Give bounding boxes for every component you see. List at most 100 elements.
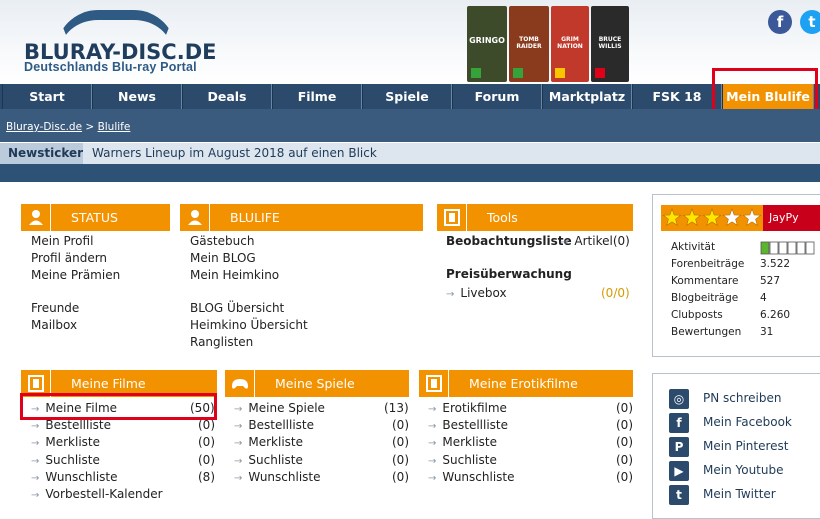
nav-filme[interactable]: Filme [272,84,362,109]
fsk-badge [595,68,605,78]
stat-label: Forenbeiträge [671,258,745,270]
count-erotik-merkliste: (0) [616,435,633,449]
tools-title: Tools [487,210,518,225]
stat-label: Bewertungen [671,326,742,338]
cover-grim-nation[interactable]: GRIM NATION [551,6,589,82]
newsticker: Newsticker Warners Lineup im August 2018… [0,142,820,165]
fsk-badge [471,68,481,78]
link-heimkino-uebersicht[interactable]: Heimkino Übersicht [190,318,308,332]
stat-label: Blogbeiträge [671,292,739,304]
nav-marktplatz[interactable]: Marktplatz [542,84,632,109]
link-filme-bestellliste[interactable]: → Bestellliste [31,418,111,432]
link-filme-merkliste[interactable]: → Merkliste [31,435,100,449]
stat-value: 527 [760,275,781,287]
link-meine-filme[interactable]: → Meine Filme [31,401,117,415]
pinterest-icon: P [669,437,689,457]
link-spiele-bestellliste[interactable]: → Bestellliste [234,418,314,432]
link-spiele-wunschliste[interactable]: → Wunschliste [234,470,321,484]
link-mein-profil[interactable]: Mein Profil [31,234,93,248]
link-vorbestell-kalender[interactable]: → Vorbestell-Kalender [31,487,163,501]
cover-title: TOMB RAIDER [516,36,542,50]
breadcrumb-home[interactable]: Bluray-Disc.de [6,121,82,133]
link-meine-praemien[interactable]: Meine Prämien [31,268,120,282]
activity-segment [760,241,770,255]
twitter-icon[interactable]: t [800,10,820,34]
facebook-icon[interactable]: f [768,10,792,34]
profile-username[interactable]: JayPy [763,205,820,231]
spiele-header: Meine Spiele [225,370,409,397]
arrow-icon: → [31,490,40,501]
nav-spiele[interactable]: Spiele [362,84,452,109]
item-label: Bestellliste [45,418,112,432]
count-erotik-wunschliste: (0) [616,470,633,484]
stat-value: 6.260 [760,309,791,321]
activity-label: Aktivität [671,241,716,253]
activity-segment [796,241,806,255]
nav-start[interactable]: Start [2,84,92,109]
activity-meter [760,240,820,255]
spiele-title: Meine Spiele [275,376,355,391]
stat-value: 3.522 [760,258,791,270]
breadcrumb-separator: > [85,121,95,133]
cover-tomb-raider[interactable]: TOMB RAIDER [509,6,549,82]
price-watch-title: Preisüberwachung [446,267,572,281]
nav-news[interactable]: News [92,84,182,109]
link-freunde[interactable]: Freunde [31,301,79,315]
link-livebox[interactable]: → Livebox [446,286,507,300]
link-gaestebuch[interactable]: Gästebuch [190,234,254,248]
link-filme-wunschliste[interactable]: → Wunschliste [31,470,118,484]
link-meine-spiele[interactable]: → Meine Spiele [234,401,325,415]
film-icon [419,370,449,397]
arrow-icon: → [31,456,40,467]
link-mein-heimkino[interactable]: Mein Heimkino [190,268,279,282]
status-header: STATUS [21,204,170,231]
link-filme-suchliste[interactable]: → Suchliste [31,453,100,467]
link-erotik-wunschliste[interactable]: → Wunschliste [428,470,515,484]
nav-mein-blulife[interactable]: Mein Blulife [722,84,814,109]
link-erotikfilme[interactable]: → Erotikfilme [428,401,507,415]
activity-segment [769,241,779,255]
link-spiele-merkliste[interactable]: → Merkliste [234,435,303,449]
cover-gringo[interactable]: GRINGO [467,6,507,82]
nav-forum[interactable]: Forum [452,84,542,109]
nav-deals[interactable]: Deals [182,84,272,109]
arrow-icon: → [428,421,437,432]
link-beobachtungsliste[interactable]: Beobachtungsliste [446,234,572,248]
item-label: Meine Spiele [248,401,325,415]
link-erotik-bestellliste[interactable]: → Bestellliste [428,418,508,432]
filme-header: Meine Filme [21,370,217,397]
link-erotik-merkliste[interactable]: → Merkliste [428,435,497,449]
user-icon [180,204,210,231]
link-blog-uebersicht[interactable]: BLOG Übersicht [190,301,284,315]
link-artikel[interactable]: → Artikel(0) [560,234,630,248]
artikel-label: Artikel [574,234,613,248]
arrow-icon: → [31,473,40,484]
link-profil-aendern[interactable]: Profil ändern [31,251,107,265]
arrow-icon: → [428,456,437,467]
link-ranglisten[interactable]: Ranglisten [190,335,253,349]
item-label: Suchliste [442,453,497,467]
divider-bar [0,164,820,182]
featured-covers[interactable]: GRINGO TOMB RAIDER GRIM NATION BRUCE WIL… [467,6,629,82]
link-erotik-suchliste[interactable]: → Suchliste [428,453,497,467]
count-filme-merkliste: (0) [198,435,215,449]
nav-fsk18[interactable]: FSK 18 [632,84,722,109]
newsticker-text[interactable]: Warners Lineup im August 2018 auf einen … [92,143,377,165]
arrow-icon: → [234,438,243,449]
arrow-icon: → [31,438,40,449]
breadcrumb-blulife[interactable]: Blulife [98,121,131,133]
cover-bruce-willis[interactable]: BRUCE WILLIS [591,6,629,82]
site-tagline: Deutschlands Blu-ray Portal [24,60,197,74]
link-mein-blog[interactable]: Mein BLOG [190,251,256,265]
link-spiele-suchliste[interactable]: → Suchliste [234,453,303,467]
breadcrumb: Bluray-Disc.de > Blulife [6,121,130,133]
star-icon [702,208,722,226]
count-spiele-wunschliste: (0) [392,470,409,484]
item-label: Merkliste [442,435,498,449]
social-label: Mein Pinterest [703,439,789,453]
cover-title: GRIM NATION [557,36,583,50]
link-mailbox[interactable]: Mailbox [31,318,77,332]
social-links-box: ◎ PN schreiben f Mein Facebook P Mein Pi… [652,373,820,519]
artikel-count: (0) [612,234,630,248]
item-label: Merkliste [248,435,304,449]
